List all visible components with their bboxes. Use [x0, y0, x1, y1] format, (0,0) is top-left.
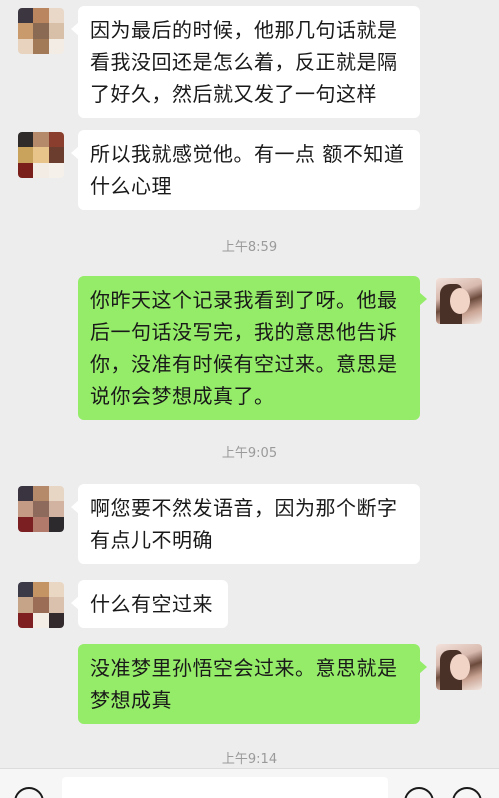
voice-icon[interactable] [14, 787, 44, 798]
self-avatar[interactable] [436, 644, 482, 690]
contact-avatar[interactable] [18, 486, 64, 532]
message-bubble[interactable]: 什么有空过来 [71, 580, 228, 628]
contact-avatar[interactable] [18, 132, 64, 178]
message-input[interactable] [62, 777, 388, 798]
timestamp: 上午8:59 [221, 240, 278, 255]
self-avatar[interactable] [436, 278, 482, 324]
timestamp: 上午9:05 [221, 446, 278, 461]
chat-area: 因为最后的时候，他那几句话就是看我没回还是怎么着，反正就是隔了好久，然后就又发了… [0, 0, 499, 768]
message-bubble[interactable]: 所以我就感觉他。有一点 额不知道什么心理 [71, 130, 420, 210]
plus-icon[interactable] [452, 787, 482, 798]
input-bar [0, 768, 499, 798]
message-bubble[interactable]: 没准梦里孙悟空会过来。意思就是梦想成真 [78, 644, 427, 724]
emoji-icon[interactable] [404, 787, 434, 798]
contact-avatar[interactable] [18, 8, 64, 54]
message-bubble[interactable]: 啊您要不然发语音，因为那个断字有点儿不明确 [71, 484, 420, 564]
message-bubble[interactable]: 因为最后的时候，他那几句话就是看我没回还是怎么着，反正就是隔了好久，然后就又发了… [71, 6, 420, 118]
message-bubble[interactable]: 你昨天这个记录我看到了呀。他最后一句话没写完，我的意思他告诉你，没准有时候有空过… [78, 276, 427, 420]
timestamp: 上午9:14 [221, 752, 278, 767]
contact-avatar[interactable] [18, 582, 64, 628]
